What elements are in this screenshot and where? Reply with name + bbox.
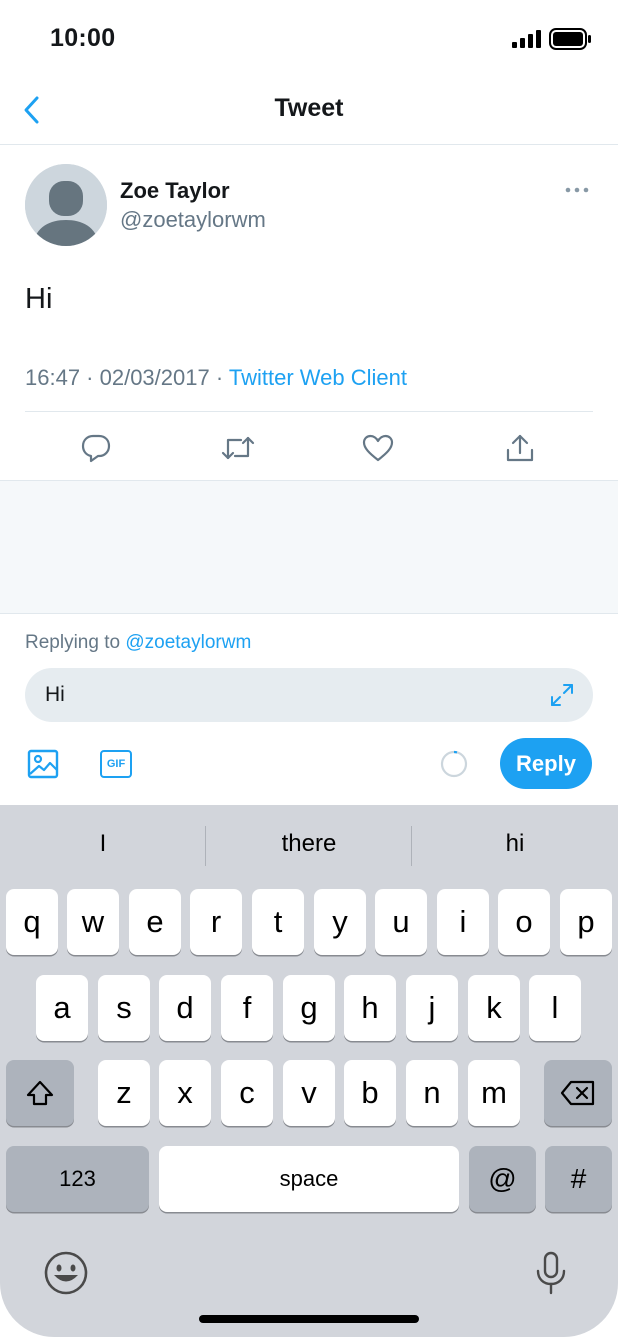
tweet-timestamp: 16:47 · 02/03/2017 ·	[25, 365, 229, 390]
author-name[interactable]: Zoe Taylor	[120, 178, 230, 204]
numbers-key[interactable]: 123	[6, 1146, 149, 1212]
home-indicator[interactable]	[199, 1315, 419, 1323]
key-w[interactable]: w	[67, 889, 119, 955]
key-i[interactable]: i	[437, 889, 489, 955]
microphone-icon[interactable]	[526, 1248, 576, 1298]
key-n[interactable]: n	[406, 1060, 458, 1126]
character-count-ring-icon	[440, 750, 468, 778]
image-icon[interactable]	[27, 748, 59, 780]
key-y[interactable]: y	[314, 889, 366, 955]
key-l[interactable]: l	[529, 975, 581, 1041]
key-g[interactable]: g	[283, 975, 335, 1041]
reply-composer: Replying to @zoetaylorwm Hi GIF Reply	[0, 614, 618, 805]
battery-icon	[549, 28, 591, 50]
reply-input-text[interactable]: Hi	[45, 683, 65, 707]
share-action-button[interactable]	[500, 428, 540, 468]
gif-icon[interactable]: GIF	[100, 750, 132, 778]
key-x[interactable]: x	[159, 1060, 211, 1126]
heart-icon	[362, 434, 394, 462]
suggestion-bar: I there hi	[0, 805, 618, 883]
key-z[interactable]: z	[98, 1060, 150, 1126]
key-d[interactable]: d	[159, 975, 211, 1041]
key-a[interactable]: a	[36, 975, 88, 1041]
more-options-icon[interactable]	[562, 180, 592, 200]
page-title: Tweet	[274, 94, 344, 122]
key-f[interactable]: f	[221, 975, 273, 1041]
replying-to-label: Replying to @zoetaylorwm	[25, 632, 251, 654]
reply-button[interactable]: Reply	[500, 738, 592, 789]
shift-key[interactable]	[6, 1060, 74, 1126]
reply-icon	[81, 434, 111, 463]
signal-icon	[512, 30, 541, 48]
key-v[interactable]: v	[283, 1060, 335, 1126]
tweet-text: Hi	[25, 283, 53, 315]
tweet-actions	[0, 428, 618, 468]
key-r[interactable]: r	[190, 889, 242, 955]
reply-input[interactable]: Hi	[25, 668, 593, 722]
at-key[interactable]: @	[469, 1146, 536, 1212]
status-bar: 10:00	[0, 0, 618, 78]
key-q[interactable]: q	[6, 889, 58, 955]
key-s[interactable]: s	[98, 975, 150, 1041]
default-avatar-icon	[25, 164, 107, 246]
tweet-detail: Zoe Taylor @zoetaylorwm Hi 16:47 · 02/03…	[0, 145, 618, 481]
author-handle[interactable]: @zoetaylorwm	[120, 207, 266, 233]
backspace-icon	[560, 1080, 595, 1106]
reply-action-button[interactable]	[76, 428, 116, 468]
hash-key[interactable]: #	[545, 1146, 612, 1212]
emoji-icon[interactable]	[41, 1248, 91, 1298]
divider	[25, 411, 593, 412]
space-key[interactable]: space	[159, 1146, 459, 1212]
share-icon	[506, 434, 534, 462]
key-c[interactable]: c	[221, 1060, 273, 1126]
tweet-source-link[interactable]: Twitter Web Client	[229, 365, 407, 390]
key-m[interactable]: m	[468, 1060, 520, 1126]
tweet-meta: 16:47 · 02/03/2017 · Twitter Web Client	[25, 365, 407, 391]
retweet-icon	[221, 436, 255, 460]
key-o[interactable]: o	[498, 889, 550, 955]
suggestion-item[interactable]: there	[206, 805, 412, 883]
key-u[interactable]: u	[375, 889, 427, 955]
suggestion-item[interactable]: I	[0, 805, 206, 883]
key-h[interactable]: h	[344, 975, 396, 1041]
expand-icon[interactable]	[549, 682, 575, 708]
shift-icon	[26, 1080, 54, 1106]
suggestion-item[interactable]: hi	[412, 805, 618, 883]
key-j[interactable]: j	[406, 975, 458, 1041]
nav-bar: Tweet	[0, 78, 618, 145]
key-e[interactable]: e	[129, 889, 181, 955]
key-k[interactable]: k	[468, 975, 520, 1041]
keyboard: I there hi q w e r t y u i o p a s d f g…	[0, 805, 618, 1337]
delete-key[interactable]	[544, 1060, 612, 1126]
replying-to-prefix: Replying to	[25, 632, 126, 653]
replying-to-handle[interactable]: @zoetaylorwm	[125, 632, 251, 653]
key-b[interactable]: b	[344, 1060, 396, 1126]
status-time: 10:00	[50, 24, 116, 52]
retweet-action-button[interactable]	[218, 428, 258, 468]
empty-area	[0, 481, 618, 614]
like-action-button[interactable]	[358, 428, 398, 468]
key-t[interactable]: t	[252, 889, 304, 955]
avatar[interactable]	[25, 164, 107, 246]
key-p[interactable]: p	[560, 889, 612, 955]
